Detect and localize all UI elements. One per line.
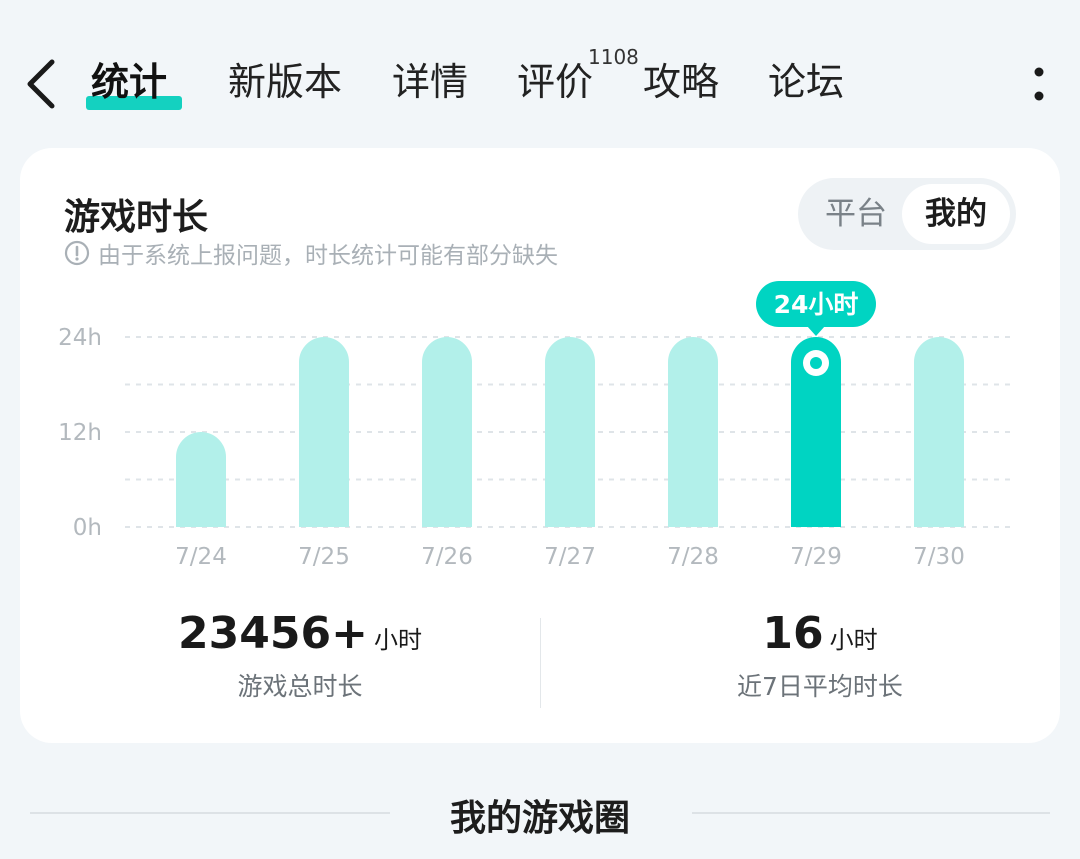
total-playtime-unit: 小时	[373, 626, 422, 654]
average-playtime-label: 近7日平均时长	[737, 672, 903, 701]
top-nav: 统计 新版本 详情 评价 1108 攻略 论坛	[0, 0, 1080, 140]
section-title: 我的游戏圈	[449, 798, 630, 839]
more-vertical-icon[interactable]	[1024, 62, 1054, 106]
y-tick-label: 0h	[73, 515, 102, 541]
tab-label: 统计	[91, 60, 168, 104]
x-tick-label: 7/28	[667, 544, 719, 570]
bar	[914, 337, 964, 527]
section-divider-right	[692, 812, 1050, 814]
x-tick-label: 7/27	[544, 544, 596, 570]
y-tick-label: 24h	[58, 325, 102, 351]
bar	[668, 337, 718, 527]
tab-new-version[interactable]: 新版本	[228, 56, 342, 108]
x-tick-label: 7/29	[790, 544, 842, 570]
chevron-left-icon[interactable]	[22, 56, 62, 112]
y-tick-label: 12h	[58, 420, 102, 446]
playtime-stats: 23456+ 小时 游戏总时长 16 小时 近7日平均时长	[20, 608, 1060, 718]
tab-guides[interactable]: 攻略	[643, 56, 719, 108]
total-playtime-stat: 23456+ 小时 游戏总时长	[100, 608, 500, 703]
reviews-count-badge: 1108	[588, 45, 639, 69]
bar	[422, 337, 472, 527]
playtime-bar-chart: 0h 12h 24h 7/24 7/25 7/26 7/27 7/28 7/29 24小时 7/30	[58, 281, 1015, 570]
my-game-circle-section: 我的游戏圈	[0, 785, 1080, 845]
bar	[545, 337, 595, 527]
bar	[176, 432, 226, 527]
average-playtime-value-row: 16 小时	[620, 608, 1020, 659]
average-playtime-value: 16	[762, 608, 824, 659]
tab-reviews[interactable]: 评价	[517, 56, 593, 108]
total-playtime-value: 23456+	[178, 608, 368, 659]
x-tick-label: 7/24	[175, 544, 227, 570]
playtime-card: 游戏时长 由于系统上报问题，时长统计可能有部分缺失 平台 我的 0h 12h 24h…	[20, 148, 1060, 743]
stats-divider	[540, 618, 541, 708]
value-tooltip-pointer	[807, 326, 825, 336]
tab-statistics[interactable]: 统计	[91, 56, 167, 108]
total-playtime-label: 游戏总时长	[237, 672, 363, 701]
bar	[299, 337, 349, 527]
average-playtime-unit: 小时	[829, 626, 878, 654]
selected-marker-inner	[810, 357, 822, 369]
x-tick-label: 7/30	[913, 544, 965, 570]
value-tooltip-label: 24小时	[774, 290, 859, 319]
x-tick-label: 7/26	[421, 544, 473, 570]
tab-details[interactable]: 详情	[392, 56, 468, 108]
tab-forum[interactable]: 论坛	[768, 56, 844, 108]
total-playtime-value-row: 23456+ 小时	[100, 608, 500, 659]
x-tick-label: 7/25	[298, 544, 350, 570]
average-playtime-stat: 16 小时 近7日平均时长	[620, 608, 1020, 703]
